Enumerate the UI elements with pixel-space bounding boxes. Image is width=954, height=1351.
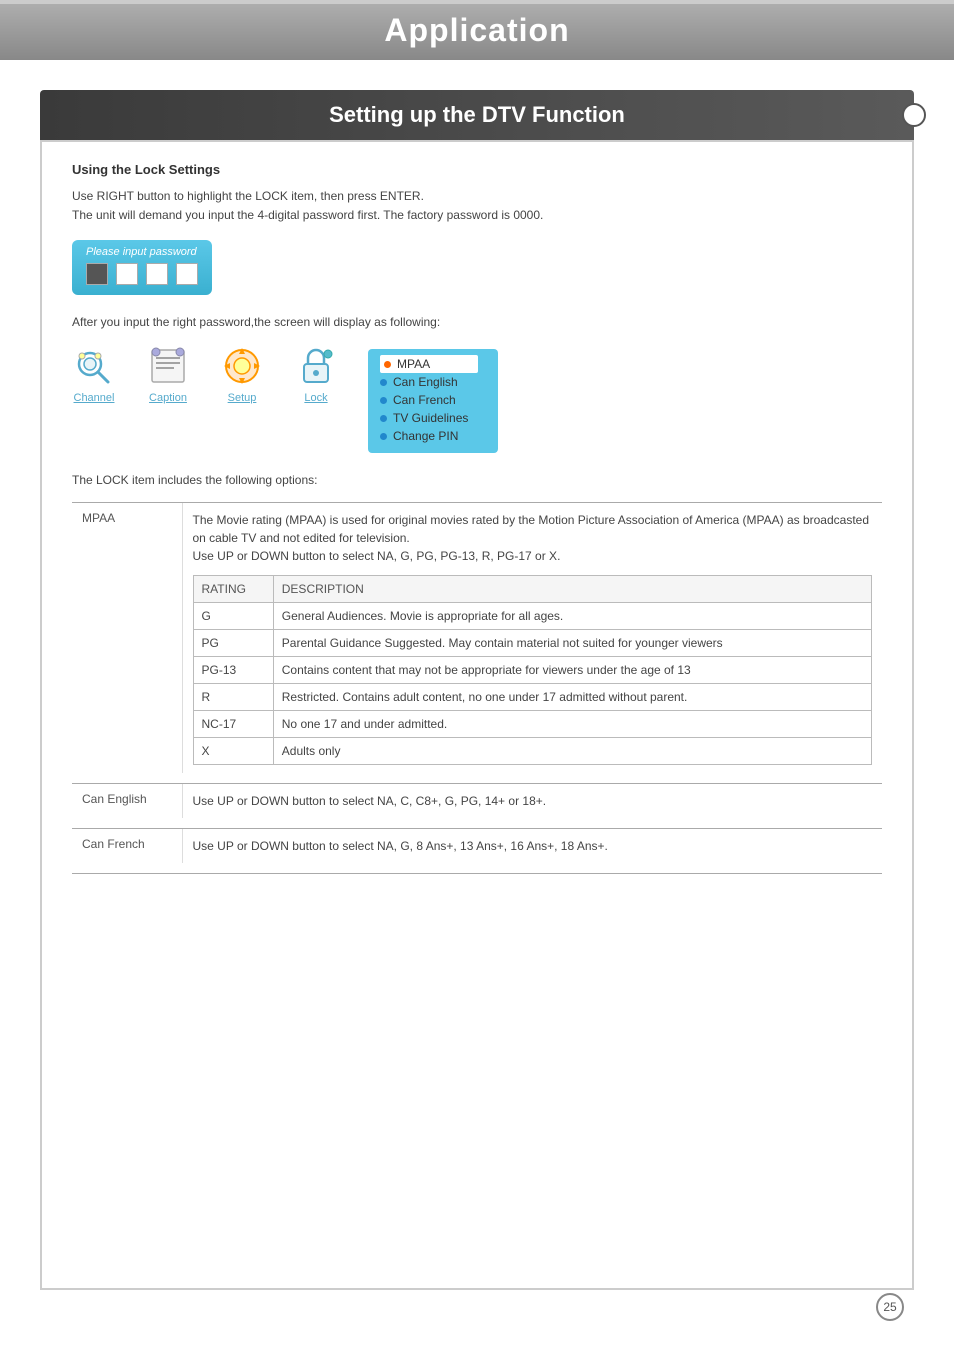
- lock-options-text: The LOCK item includes the following opt…: [72, 473, 882, 487]
- after-password-text: After you input the right password,the s…: [72, 315, 882, 329]
- can-english-dot: [380, 379, 387, 386]
- setup-icon: [220, 344, 264, 388]
- dropdown-item-change-pin[interactable]: Change PIN: [380, 427, 478, 445]
- change-pin-dot: [380, 433, 387, 440]
- caption-icon-item: Caption: [146, 344, 190, 404]
- password-square-4: [176, 263, 198, 285]
- setup-label: Setup: [228, 392, 257, 404]
- page-header: Application: [0, 0, 954, 60]
- rating-row-x: X Adults only: [193, 738, 872, 765]
- rating-table: RATING DESCRIPTION G General Audiences. …: [193, 575, 873, 765]
- dropdown-item-can-french[interactable]: Can French: [380, 391, 478, 409]
- password-square-1: [86, 263, 108, 285]
- password-squares: [86, 263, 198, 285]
- mpaa-name: MPAA: [72, 503, 182, 773]
- lock-label: Lock: [304, 392, 327, 404]
- lock-icon-item: Lock: [294, 344, 338, 404]
- mpaa-dot: [384, 361, 391, 368]
- dropdown-item-tv-guidelines[interactable]: TV Guidelines: [380, 409, 478, 427]
- rating-row-g: G General Audiences. Movie is appropriat…: [193, 603, 872, 630]
- mpaa-option-table: MPAA The Movie rating (MPAA) is used for…: [72, 503, 882, 773]
- icons-and-dropdown-area: Channel Caption: [72, 344, 882, 453]
- dropdown-item-mpaa[interactable]: MPAA: [380, 355, 478, 373]
- can-french-option-table: Can French Use UP or DOWN button to sele…: [72, 829, 882, 863]
- lock-dropdown-menu: MPAA Can English Can French TV Guideline…: [368, 349, 498, 453]
- rating-col-header: RATING: [193, 576, 273, 603]
- rating-row-pg13: PG-13 Contains content that may not be a…: [193, 657, 872, 684]
- can-french-option-desc: Use UP or DOWN button to select NA, G, 8…: [182, 829, 882, 863]
- can-english-option-name: Can English: [72, 784, 182, 818]
- mpaa-desc: The Movie rating (MPAA) is used for orig…: [182, 503, 882, 773]
- description-col-header: DESCRIPTION: [273, 576, 871, 603]
- caption-label: Caption: [149, 392, 187, 404]
- channel-icon: [72, 344, 116, 388]
- password-input-box: Please input password: [72, 240, 212, 295]
- rating-row-r: R Restricted. Contains adult content, no…: [193, 684, 872, 711]
- password-label: Please input password: [86, 246, 198, 258]
- rating-header-row: RATING DESCRIPTION: [193, 576, 872, 603]
- rating-row-nc17: NC-17 No one 17 and under admitted.: [193, 711, 872, 738]
- can-french-dot: [380, 397, 387, 404]
- caption-icon: [146, 344, 190, 388]
- main-content: Using the Lock Settings Use RIGHT button…: [40, 140, 914, 1290]
- dropdown-item-can-english[interactable]: Can English: [380, 373, 478, 391]
- page-title: Application: [384, 12, 569, 49]
- can-english-option-table: Can English Use UP or DOWN button to sel…: [72, 784, 882, 818]
- can-french-option-name: Can French: [72, 829, 182, 863]
- mpaa-row: MPAA The Movie rating (MPAA) is used for…: [72, 503, 882, 773]
- password-square-3: [146, 263, 168, 285]
- password-square-2: [116, 263, 138, 285]
- lock-settings-title: Using the Lock Settings: [72, 162, 882, 177]
- divider-4: [72, 873, 882, 874]
- lock-settings-instructions: Use RIGHT button to highlight the LOCK i…: [72, 187, 882, 225]
- section-header-circle: [902, 103, 926, 127]
- rating-row-pg: PG Parental Guidance Suggested. May cont…: [193, 630, 872, 657]
- can-english-row: Can English Use UP or DOWN button to sel…: [72, 784, 882, 818]
- section-title: Setting up the DTV Function: [329, 102, 625, 128]
- lock-icon: [294, 344, 338, 388]
- tv-guidelines-dot: [380, 415, 387, 422]
- channel-label: Channel: [74, 392, 115, 404]
- icons-row: Channel Caption: [72, 344, 338, 404]
- setup-icon-item: Setup: [220, 344, 264, 404]
- section-header: Setting up the DTV Function: [40, 90, 914, 140]
- can-french-row: Can French Use UP or DOWN button to sele…: [72, 829, 882, 863]
- can-english-option-desc: Use UP or DOWN button to select NA, C, C…: [182, 784, 882, 818]
- page-number: 25: [876, 1293, 904, 1321]
- channel-icon-item: Channel: [72, 344, 116, 404]
